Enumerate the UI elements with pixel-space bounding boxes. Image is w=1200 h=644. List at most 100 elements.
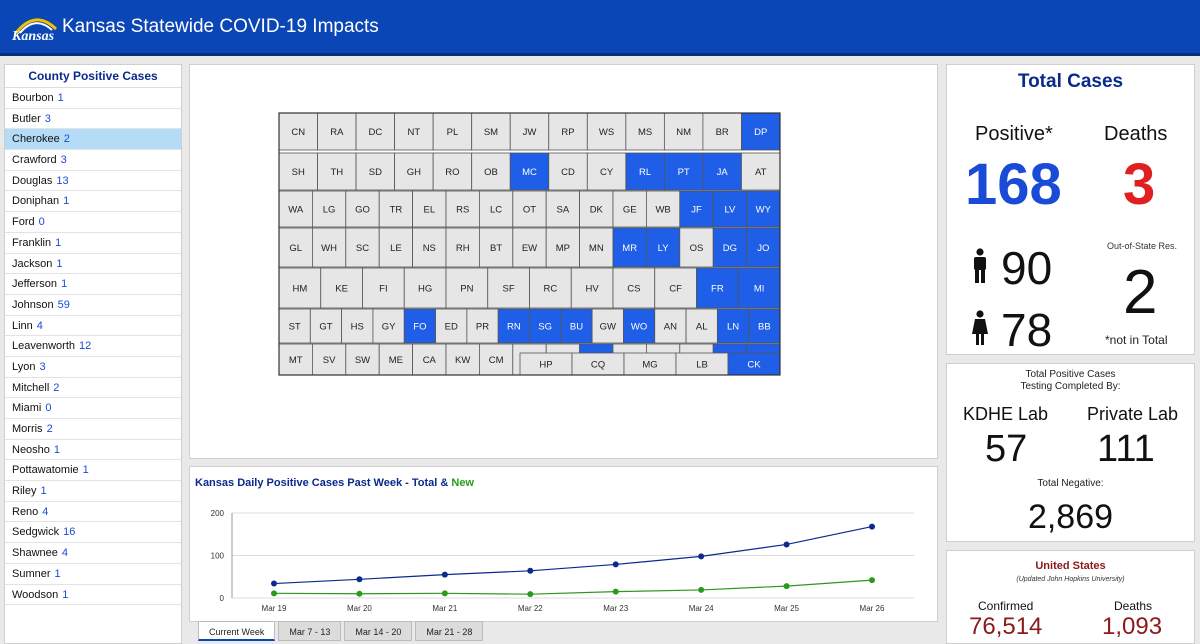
county-list-item[interactable]: Crawford 3 bbox=[5, 150, 181, 171]
county-count: 4 bbox=[36, 319, 43, 332]
county-code-label: LN bbox=[727, 322, 739, 333]
tab-mar-21-28[interactable]: Mar 21 - 28 bbox=[415, 621, 484, 641]
county-code-label: GW bbox=[600, 322, 616, 333]
county-list-item[interactable]: Butler 3 bbox=[5, 109, 181, 130]
logo-text: Kansas bbox=[12, 28, 55, 44]
data-point-total[interactable] bbox=[356, 576, 363, 583]
x-tick-label: Mar 20 bbox=[347, 604, 372, 613]
county-name: Douglas bbox=[12, 174, 53, 187]
county-list-item[interactable]: Miami 0 bbox=[5, 398, 181, 419]
data-point-total[interactable] bbox=[869, 523, 875, 530]
county-list-item[interactable]: Morris 2 bbox=[5, 419, 181, 440]
data-point-new[interactable] bbox=[783, 583, 790, 590]
county-list-item[interactable]: Pottawatomie 1 bbox=[5, 460, 181, 482]
county-code-label: NS bbox=[423, 243, 436, 254]
tab-mar-14-20[interactable]: Mar 14 - 20 bbox=[344, 621, 413, 641]
county-name: Johnson bbox=[12, 298, 54, 311]
county-code-label: RH bbox=[456, 243, 470, 254]
county-list-item[interactable]: Sumner 1 bbox=[5, 564, 181, 585]
county-list-item[interactable]: Johnson 59 bbox=[5, 295, 181, 316]
county-code-label: CS bbox=[627, 284, 640, 295]
county-code-label: SV bbox=[323, 355, 336, 366]
county-list-item[interactable]: Neosho 1 bbox=[5, 440, 181, 461]
county-count: 1 bbox=[54, 567, 61, 580]
county-count: 16 bbox=[63, 526, 76, 539]
county-code-label: DP bbox=[754, 127, 767, 138]
tab-current-week[interactable]: Current Week bbox=[198, 621, 276, 641]
county-list-item[interactable]: Jackson 1 bbox=[5, 254, 181, 275]
x-tick-label: Mar 24 bbox=[689, 604, 714, 613]
county-list-item[interactable]: Leavenworth 12 bbox=[5, 336, 181, 357]
out-of-state-label: Out-of-State Res. bbox=[1107, 241, 1178, 251]
data-point-new[interactable] bbox=[527, 591, 534, 598]
data-point-new[interactable] bbox=[271, 590, 277, 597]
data-point-new[interactable] bbox=[869, 577, 875, 584]
deaths-label: Deaths bbox=[1104, 123, 1168, 145]
county-list-item[interactable]: Ford 0 bbox=[5, 212, 181, 233]
kdhe-lab-value: 57 bbox=[985, 428, 1028, 470]
county-list-item[interactable]: Reno 4 bbox=[5, 502, 181, 523]
county-list-item[interactable]: Sedgwick 16 bbox=[5, 522, 181, 544]
county-code-label: LG bbox=[323, 205, 336, 216]
data-point-total[interactable] bbox=[698, 553, 705, 560]
county-count: 4 bbox=[61, 547, 68, 560]
county-code-label: SW bbox=[355, 355, 370, 366]
county-name: Neosho bbox=[12, 443, 50, 456]
county-list-item[interactable]: Woodson 1 bbox=[5, 585, 181, 606]
county-list-item[interactable]: Linn 4 bbox=[5, 316, 181, 337]
county-list-item[interactable]: Douglas 13 bbox=[5, 171, 181, 192]
county-list-item[interactable]: Riley 1 bbox=[5, 481, 181, 502]
us-panel: United States (Updated John Hopkins Univ… bbox=[946, 550, 1195, 644]
county-name: Sedgwick bbox=[12, 526, 60, 539]
county-code-label: WB bbox=[655, 205, 670, 216]
county-code-label: LV bbox=[724, 205, 736, 216]
county-list-item[interactable]: Franklin 1 bbox=[5, 233, 181, 254]
data-point-total[interactable] bbox=[783, 541, 790, 548]
chart-panel: Kansas Daily Positive Cases Past Week - … bbox=[189, 466, 938, 622]
county-count: 4 bbox=[42, 505, 49, 518]
county-list-item[interactable]: Mitchell 2 bbox=[5, 378, 181, 399]
county-code-label: MS bbox=[638, 127, 652, 138]
tab-mar-7-13[interactable]: Mar 7 - 13 bbox=[278, 621, 342, 641]
county-code-label: RP bbox=[561, 127, 574, 138]
county-count: 2 bbox=[53, 381, 60, 394]
county-code-label: EW bbox=[522, 243, 537, 254]
county-name: Jefferson bbox=[12, 278, 58, 291]
county-list-item[interactable]: Shawnee 4 bbox=[5, 543, 181, 564]
county-code-label: AT bbox=[755, 167, 767, 178]
private-lab-label: Private Lab bbox=[1087, 404, 1179, 424]
us-title: United States bbox=[1035, 560, 1106, 572]
data-point-total[interactable] bbox=[271, 580, 277, 587]
county-list-item[interactable]: Jefferson 1 bbox=[5, 274, 181, 295]
county-code-label: BU bbox=[570, 322, 583, 333]
county-list-item[interactable]: Cherokee 2 bbox=[5, 129, 181, 151]
county-code-label: OB bbox=[484, 167, 498, 178]
county-count: 1 bbox=[40, 485, 47, 498]
data-point-new[interactable] bbox=[612, 588, 619, 595]
county-code-label: AL bbox=[696, 322, 708, 333]
chart-title: Kansas Daily Positive Cases Past Week - … bbox=[195, 477, 474, 489]
county-list-item[interactable]: Lyon 3 bbox=[5, 357, 181, 378]
county-code-label: PN bbox=[460, 284, 473, 295]
data-point-total[interactable] bbox=[612, 561, 619, 568]
county-code-label: ST bbox=[289, 322, 301, 333]
county-code-label: WS bbox=[599, 127, 614, 138]
testing-panel: Total Positive Cases Testing Completed B… bbox=[946, 363, 1195, 542]
county-code-label: SA bbox=[557, 205, 570, 216]
data-point-new[interactable] bbox=[441, 590, 448, 597]
data-point-new[interactable] bbox=[356, 590, 363, 597]
county-code-label: SD bbox=[369, 167, 382, 178]
county-code-label: LC bbox=[490, 205, 502, 216]
county-list-item[interactable]: Doniphan 1 bbox=[5, 191, 181, 213]
county-name: Linn bbox=[12, 319, 33, 332]
county-code-label: LE bbox=[390, 243, 402, 254]
us-deaths-value: 1,093 bbox=[1102, 613, 1163, 640]
county-list-item[interactable]: Bourbon 1 bbox=[5, 88, 181, 109]
private-lab-value: 111 bbox=[1097, 428, 1155, 470]
county-code-label: SG bbox=[538, 322, 552, 333]
data-point-new[interactable] bbox=[698, 586, 705, 593]
data-point-total[interactable] bbox=[527, 567, 534, 574]
county-code-label: MP bbox=[556, 243, 570, 254]
county-code-label: FI bbox=[379, 284, 387, 295]
data-point-total[interactable] bbox=[441, 571, 448, 578]
